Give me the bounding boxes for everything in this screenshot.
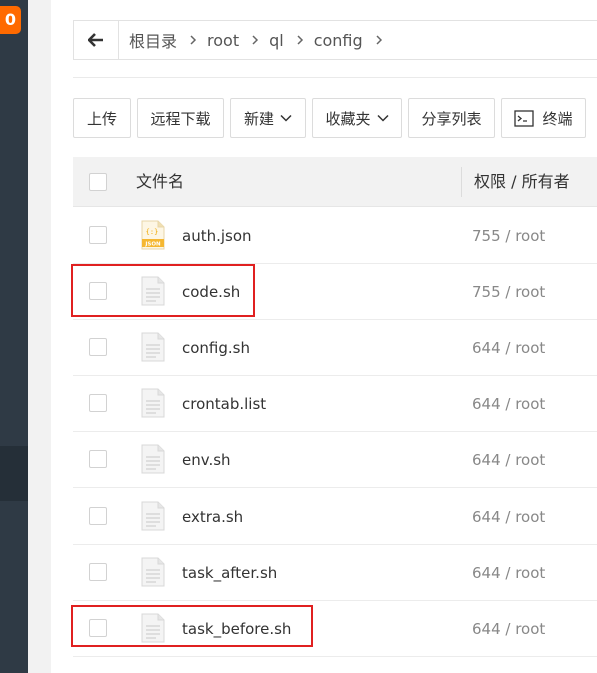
column-divider — [461, 167, 462, 197]
table-row[interactable]: config.sh 644 / root — [73, 320, 597, 376]
file-name[interactable]: auth.json — [182, 208, 252, 264]
row-checkbox[interactable] — [89, 619, 107, 637]
file-name[interactable]: task_after.sh — [182, 545, 277, 601]
file-permission[interactable]: 755 / root — [472, 208, 545, 264]
row-checkbox[interactable] — [89, 563, 107, 581]
breadcrumb-item[interactable]: 根目录 — [129, 28, 197, 52]
row-checkbox[interactable] — [89, 282, 107, 300]
table-row[interactable]: extra.sh 644 / root — [73, 489, 597, 545]
table-row[interactable]: {:} JSON auth.json 755 / root — [73, 208, 597, 264]
file-icon — [141, 332, 165, 362]
chevron-down-icon — [280, 114, 292, 122]
row-checkbox[interactable] — [89, 450, 107, 468]
breadcrumb-item[interactable]: config — [314, 31, 383, 50]
table-header: 文件名 权限 / 所有者 — [73, 157, 597, 207]
sidebar: 0 — [0, 0, 28, 673]
chevron-down-icon — [376, 114, 389, 122]
sidebar-active-item[interactable] — [0, 446, 28, 501]
file-name[interactable]: code.sh — [182, 264, 240, 320]
chevron-right-icon — [251, 34, 259, 46]
new-dropdown-button[interactable]: 新建 — [230, 98, 306, 138]
breadcrumb-item[interactable]: ql — [269, 31, 304, 50]
arrow-left-icon — [88, 33, 103, 47]
file-icon — [141, 501, 165, 531]
file-permission[interactable]: 644 / root — [472, 320, 545, 376]
column-header-permission[interactable]: 权限 / 所有者 — [474, 157, 570, 207]
file-permission[interactable]: 644 / root — [472, 432, 545, 488]
table-row[interactable]: crontab.list 644 / root — [73, 376, 597, 432]
back-button[interactable] — [74, 21, 119, 59]
chevron-right-icon — [189, 34, 197, 46]
terminal-icon — [514, 109, 535, 127]
svg-text:{:}: {:} — [146, 228, 159, 236]
favorites-dropdown-button[interactable]: 收藏夹 — [312, 98, 402, 138]
select-all-checkbox[interactable] — [89, 173, 107, 191]
column-header-name[interactable]: 文件名 — [136, 157, 184, 207]
json-file-icon: {:} JSON — [141, 220, 165, 250]
share-list-button[interactable]: 分享列表 — [408, 98, 495, 138]
file-permission[interactable]: 644 / root — [472, 601, 545, 657]
chevron-right-icon — [375, 34, 383, 46]
file-icon — [141, 613, 165, 643]
terminal-button[interactable]: 终端 — [501, 98, 586, 138]
file-name[interactable]: env.sh — [182, 432, 231, 488]
file-icon — [141, 444, 165, 474]
file-name[interactable]: config.sh — [182, 320, 250, 376]
file-icon — [141, 388, 165, 418]
row-checkbox[interactable] — [89, 338, 107, 356]
table-row[interactable]: code.sh 755 / root — [73, 264, 597, 320]
file-permission[interactable]: 644 / root — [472, 545, 545, 601]
table-row[interactable]: env.sh 644 / root — [73, 432, 597, 488]
chevron-right-icon — [296, 34, 304, 46]
divider — [73, 77, 597, 78]
file-permission[interactable]: 755 / root — [472, 264, 545, 320]
upload-button[interactable]: 上传 — [73, 98, 131, 138]
file-permission[interactable]: 644 / root — [472, 376, 545, 432]
file-name[interactable]: extra.sh — [182, 489, 243, 545]
file-name[interactable]: crontab.list — [182, 376, 266, 432]
file-permission[interactable]: 644 / root — [472, 489, 545, 545]
gutter — [28, 0, 51, 673]
svg-text:JSON: JSON — [144, 242, 161, 248]
notification-badge[interactable]: 0 — [0, 6, 21, 34]
breadcrumb: 根目录 root ql config — [73, 20, 597, 60]
table-row[interactable]: task_before.sh 644 / root — [73, 601, 597, 657]
row-checkbox[interactable] — [89, 507, 107, 525]
toolbar: 上传 远程下载 新建 收藏夹 分享列表 终端 — [73, 98, 592, 138]
breadcrumb-item[interactable]: root — [207, 31, 259, 50]
table-row[interactable]: task_after.sh 644 / root — [73, 545, 597, 601]
row-checkbox[interactable] — [89, 226, 107, 244]
file-icon — [141, 557, 165, 587]
file-icon — [141, 276, 165, 306]
file-name[interactable]: task_before.sh — [182, 601, 291, 657]
row-checkbox[interactable] — [89, 394, 107, 412]
remote-download-button[interactable]: 远程下载 — [137, 98, 224, 138]
